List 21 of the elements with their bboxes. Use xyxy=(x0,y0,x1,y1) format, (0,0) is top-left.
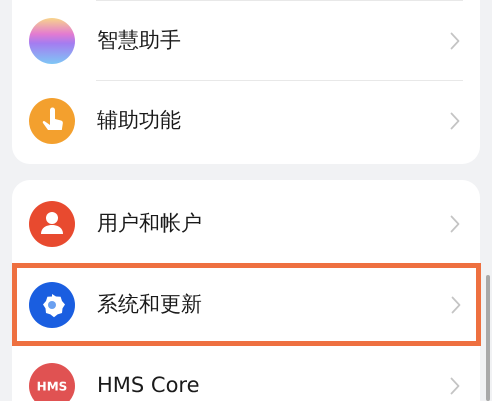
settings-item[interactable]: 辅助功能 xyxy=(12,81,480,160)
item-label: 辅助功能 xyxy=(97,106,182,134)
chevron-icon xyxy=(450,112,460,130)
settings-item[interactable]: 用户和帐户 xyxy=(12,184,480,263)
settings-item[interactable]: 智慧助手 xyxy=(12,1,480,80)
chevron-icon xyxy=(450,376,460,394)
chevron-icon xyxy=(451,296,461,314)
scrollbar[interactable] xyxy=(486,275,490,401)
hand-icon xyxy=(29,98,75,144)
item-label: 用户和帐户 xyxy=(97,210,203,237)
item-label: 智慧助手 xyxy=(97,26,182,54)
settings-item[interactable]: 系统和更新 xyxy=(12,263,481,346)
colorful-orb-icon xyxy=(29,18,75,64)
hms-icon: HMS xyxy=(29,362,75,401)
settings-item[interactable]: HMS HMS Core xyxy=(12,346,480,401)
item-label: 系统和更新 xyxy=(97,290,203,318)
user-icon xyxy=(29,200,75,246)
settings-icon xyxy=(29,282,75,328)
chevron-icon xyxy=(450,32,460,50)
chevron-icon xyxy=(450,214,460,232)
item-label: HMS Core xyxy=(97,372,201,399)
